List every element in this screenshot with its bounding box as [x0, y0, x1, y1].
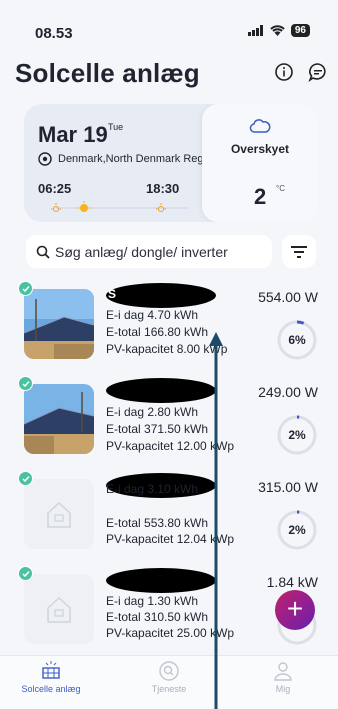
plant-name-redacted [106, 568, 216, 593]
nav-label: Solcelle anlæg [21, 684, 81, 694]
list-item[interactable]: S E-i dag 4.70 kWh E-total 166.80 kWh PV… [0, 281, 338, 379]
plant-name-redacted [106, 283, 216, 308]
nav-label: Tjeneste [151, 684, 187, 694]
nav-item-me[interactable]: Mig [238, 660, 328, 694]
weather-weekday: Tue [108, 122, 124, 132]
online-check-icon [18, 471, 33, 486]
pv-capacity: PV-kapacitet 25.00 kWp [106, 626, 235, 640]
status-bar: 08.53 96 [0, 0, 338, 46]
status-time: 08.53 [35, 25, 73, 42]
service-icon [159, 661, 179, 681]
weather-card: Mar 19 Tue Denmark,North Denmark Reg 06:… [24, 104, 318, 222]
plant-placeholder [24, 574, 94, 644]
pv-capacity: PV-kapacitet 8.00 kWp [106, 342, 228, 356]
plant-photo [24, 384, 94, 454]
energy-total: E-total 310.50 kWh [106, 610, 209, 624]
current-power: 249.00 W [258, 384, 318, 400]
nav-item-solar-plants[interactable]: Solcelle anlæg [6, 660, 96, 694]
house-icon [47, 596, 71, 623]
pv-capacity: PV-kapacitet 12.04 kWp [106, 532, 235, 546]
online-check-icon [18, 566, 33, 581]
pv-capacity: PV-kapacitet 12.00 kWp [106, 439, 235, 453]
weather-location-text: Denmark,North Denmark Reg [58, 153, 204, 165]
energy-today: E-i dag 1.30 kWh [106, 594, 199, 608]
battery-indicator: 96 [290, 24, 310, 37]
capacity-percent: 2% [288, 523, 306, 537]
energy-total: E-total 553.80 kWh [106, 516, 209, 530]
add-plant-button[interactable]: + [275, 590, 315, 630]
list-item[interactable]: E-i dag 2.80 kWh E-total 371.50 kWh PV-k… [0, 376, 338, 474]
house-icon [47, 501, 71, 528]
filter-icon [291, 245, 307, 258]
user-icon [274, 662, 292, 681]
nav-item-service[interactable]: Tjeneste [124, 660, 214, 694]
temperature-unit: °C [276, 184, 285, 193]
energy-today: E-i dag 3.10 kWh [106, 482, 199, 496]
search-placeholder: Søg anlæg/ dongle/ inverter [55, 243, 228, 260]
plant-placeholder [24, 479, 94, 549]
energy-today: E-i dag 2.80 kWh [106, 405, 199, 419]
capacity-percent: 2% [288, 428, 306, 442]
weather-summary: Overskyet 2 °C [202, 104, 318, 222]
status-icons: 96 [247, 24, 310, 37]
sunrise-time: 06:25 [38, 181, 72, 196]
solar-panel-icon [42, 661, 60, 679]
sunset-time: 18:30 [146, 181, 180, 196]
energy-total: E-total 166.80 kWh [106, 325, 209, 339]
weather-condition: Overskyet [230, 142, 290, 156]
online-check-icon [18, 281, 33, 296]
nav-label: Mig [275, 684, 291, 694]
plant-name: S [108, 287, 117, 301]
sun-path-icon [51, 201, 188, 212]
weather-location: Denmark,North Denmark Reg [38, 152, 204, 166]
current-power: 315.00 W [258, 479, 318, 495]
signal-icon [247, 25, 263, 36]
chat-icon[interactable] [308, 62, 328, 82]
online-check-icon [18, 376, 33, 391]
info-icon[interactable] [274, 62, 294, 82]
search-icon [36, 245, 50, 259]
list-item[interactable]: E-i dag 3.10 kWh E-total 553.80 kWh PV-k… [0, 471, 338, 569]
search-input[interactable]: Søg anlæg/ dongle/ inverter [26, 235, 272, 268]
current-power: 554.00 W [258, 289, 318, 305]
bottom-nav: Solcelle anlæg Tjeneste Mig [0, 655, 338, 709]
current-power: 1.84 kW [266, 574, 318, 590]
filter-button[interactable] [282, 235, 316, 268]
cloud-icon [249, 119, 271, 133]
energy-today: E-i dag 4.70 kWh [106, 308, 199, 322]
weather-temperature: 2 [254, 184, 267, 209]
capacity-percent: 6% [288, 333, 306, 347]
plant-name-redacted [106, 378, 216, 403]
page-title: Solcelle anlæg [15, 58, 200, 88]
wifi-icon [270, 25, 285, 36]
plant-photo [24, 289, 94, 359]
weather-date: Mar 19 [38, 122, 108, 147]
energy-total: E-total 371.50 kWh [106, 422, 209, 436]
location-pin-icon [38, 152, 52, 166]
